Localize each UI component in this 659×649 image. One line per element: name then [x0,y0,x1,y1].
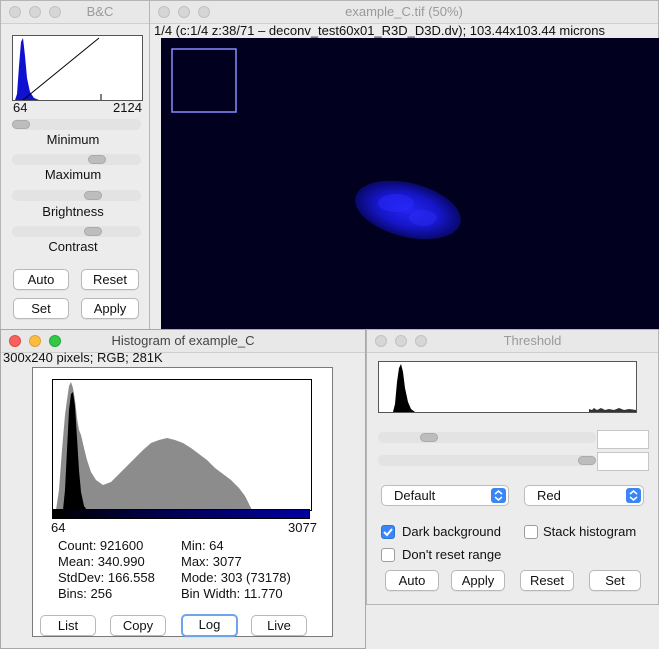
threshold-method-select[interactable]: Default [381,485,509,506]
stat-stddev: StdDev: 166.558 [58,570,155,585]
threshold-histogram [378,361,637,413]
bc-set-button[interactable]: Set [13,298,69,319]
brightness-slider-thumb[interactable] [84,191,102,200]
chevron-updown-icon [491,488,506,503]
histogram-log-button[interactable]: Log [181,614,238,637]
stat-bins: Bins: 256 [58,586,113,601]
histogram-info: 300x240 pixels; RGB; 281K [3,350,163,365]
maximum-label: Maximum [44,167,102,182]
histogram-live-button[interactable]: Live [251,615,307,636]
brightness-label: Brightness [42,204,104,219]
image-info: 1/4 (c:1/4 z:38/71 – deconv_test60x01_R3… [154,23,605,38]
threshold-lower-field[interactable] [597,430,649,449]
histogram-panel: 64 3077 Count: 921600 Mean: 340.990 StdD… [32,367,333,637]
threshold-titlebar[interactable]: Threshold [367,330,658,353]
histogram-list-button[interactable]: List [40,615,96,636]
nucleus-object [355,180,461,240]
maximum-slider-thumb[interactable] [88,155,106,164]
threshold-lower-slider[interactable] [378,432,596,443]
histogram-copy-button[interactable]: Copy [110,615,166,636]
contrast-slider[interactable] [12,226,141,237]
bc-histogram [12,35,143,101]
histogram-lut-bar [52,509,310,519]
image-canvas[interactable] [161,38,659,331]
threshold-auto-button[interactable]: Auto [385,570,439,591]
minimum-slider[interactable] [12,119,141,130]
histogram-window-title: Histogram of example_C [111,333,255,348]
threshold-upper-field[interactable] [597,452,649,471]
bc-reset-button[interactable]: Reset [81,269,139,290]
stack-histogram-checkbox[interactable] [524,525,538,539]
image-window-title: example_C.tif (50%) [345,4,463,19]
threshold-mode-select[interactable]: Red [524,485,644,506]
minimize-button[interactable] [29,6,41,18]
bc-window-title: B&C [86,4,114,19]
close-button[interactable] [9,6,21,18]
threshold-window-title: Threshold [503,333,562,348]
minimum-label: Minimum [46,132,100,147]
brightness-slider[interactable] [12,190,141,201]
threshold-apply-button[interactable]: Apply [451,570,505,591]
dont-reset-range-label: Don't reset range [402,547,502,562]
bc-apply-button[interactable]: Apply [81,298,139,319]
roi-rectangle[interactable] [171,48,237,113]
threshold-reset-button[interactable]: Reset [520,570,574,591]
histogram-window: Histogram of example_C 300x240 pixels; R… [0,329,366,649]
bc-window: B&C 64 2124 Minimum Maximum Brightness C… [0,0,150,330]
contrast-slider-thumb[interactable] [84,227,102,236]
threshold-method-value: Default [394,488,436,503]
stack-histogram-label: Stack histogram [543,524,637,539]
maximum-slider[interactable] [12,154,141,165]
stat-count: Count: 921600 [58,538,144,553]
threshold-window: Threshold Default Red Dark background St… [366,329,659,605]
bc-auto-button[interactable]: Auto [13,269,69,290]
threshold-lower-thumb[interactable] [420,433,438,442]
bc-range-max: 2124 [113,100,142,115]
check-icon [383,528,393,537]
minimum-slider-thumb[interactable] [12,120,30,129]
image-window: example_C.tif (50%) 1/4 (c:1/4 z:38/71 –… [149,0,659,331]
contrast-label: Contrast [48,239,98,254]
dark-background-checkbox[interactable] [381,525,395,539]
histogram-plot [52,379,312,511]
image-titlebar[interactable]: example_C.tif (50%) [150,1,658,24]
dont-reset-range-checkbox[interactable] [381,548,395,562]
dark-background-label: Dark background [402,524,501,539]
stat-mode: Mode: 303 (73178) [181,570,291,585]
image-canvas-svg [171,48,461,240]
close-button[interactable] [375,335,387,347]
threshold-set-button[interactable]: Set [589,570,641,591]
stat-binwidth: Bin Width: 11.770 [181,586,283,601]
threshold-upper-thumb[interactable] [578,456,596,465]
stat-mean: Mean: 340.990 [58,554,145,569]
histogram-axis-max: 3077 [288,520,317,535]
threshold-mode-value: Red [537,488,561,503]
threshold-upper-slider[interactable] [378,455,596,466]
bc-range-min: 64 [13,100,28,115]
stat-min: Min: 64 [181,538,224,553]
chevron-updown-icon [626,488,641,503]
histogram-axis-min: 64 [51,520,66,535]
minimize-button[interactable] [395,335,407,347]
bc-titlebar[interactable]: B&C [1,1,149,24]
stat-max: Max: 3077 [181,554,242,569]
